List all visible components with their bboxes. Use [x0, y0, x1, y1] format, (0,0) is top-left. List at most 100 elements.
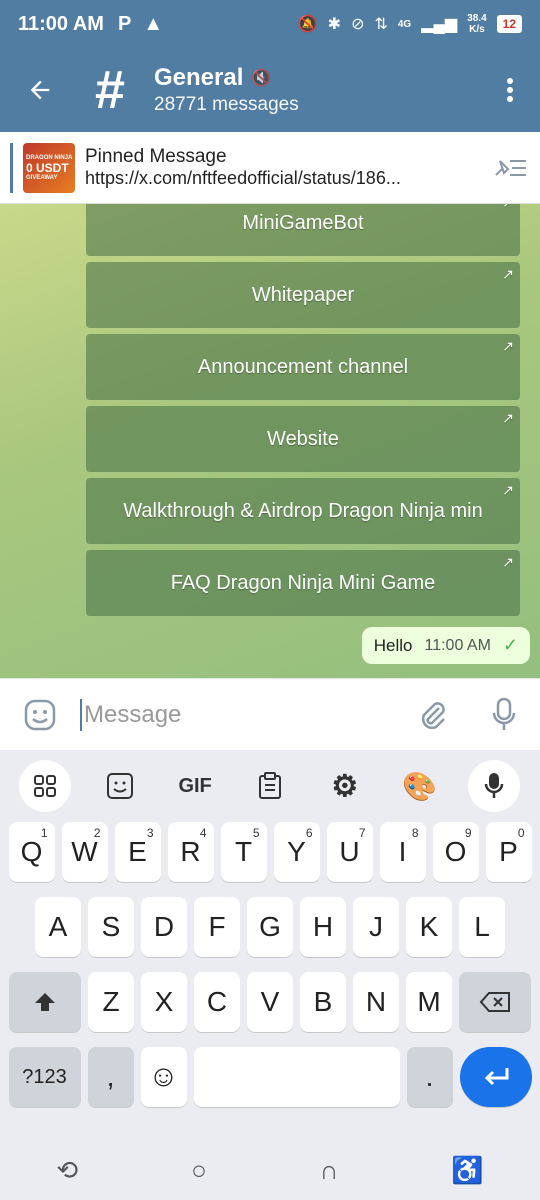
- key-b[interactable]: B: [300, 972, 346, 1032]
- home-icon[interactable]: ○: [191, 1155, 207, 1186]
- period-key[interactable]: .: [406, 1047, 453, 1107]
- palette-icon: 🎨: [402, 770, 438, 802]
- key-label: O: [444, 836, 467, 867]
- period-label: .: [425, 1061, 434, 1092]
- chat-area[interactable]: MiniGameBot ↗ Whitepaper ↗ Announcement …: [0, 204, 540, 678]
- pinned-title: Pinned Message: [85, 146, 227, 167]
- key-l[interactable]: L: [459, 897, 505, 957]
- key-hint: 4: [199, 826, 207, 840]
- channel-hash-icon[interactable]: #: [80, 60, 140, 120]
- key-hint: 9: [464, 826, 472, 840]
- key-y[interactable]: 6Y: [273, 822, 320, 882]
- status-bar: 11:00 AM P ▲ 🔕 ✱ ⊘ ⇅ 4G ▂▄▆ 38.4 K/s 12: [0, 0, 540, 48]
- network-speed: 38.4 K/s: [467, 13, 486, 35]
- key-r[interactable]: 4R: [167, 822, 214, 882]
- sticker-keyboard-button[interactable]: [94, 760, 146, 812]
- dnd-icon: ⊘: [351, 16, 365, 33]
- back-nav-icon[interactable]: ∩: [320, 1155, 339, 1186]
- backspace-icon: [479, 992, 510, 1012]
- keyboard-row-2: ASDFGHJKL: [0, 897, 540, 957]
- settings-button[interactable]: ⚙: [319, 760, 371, 812]
- key-t[interactable]: 5T: [220, 822, 267, 882]
- inline-button-website[interactable]: Website ↗: [86, 406, 520, 472]
- key-d[interactable]: D: [141, 897, 187, 957]
- key-w[interactable]: 2W: [61, 822, 108, 882]
- microphone-icon: [485, 773, 504, 798]
- more-options-button[interactable]: [480, 48, 540, 132]
- back-button[interactable]: [0, 48, 80, 132]
- symbols-key[interactable]: ?123: [8, 1047, 81, 1107]
- key-m[interactable]: M: [406, 972, 452, 1032]
- sticker-icon: [24, 699, 56, 730]
- muted-icon: 🔇: [251, 70, 272, 87]
- key-x[interactable]: X: [141, 972, 187, 1032]
- key-f[interactable]: F: [194, 897, 240, 957]
- key-h[interactable]: H: [300, 897, 346, 957]
- key-s[interactable]: S: [88, 897, 134, 957]
- pinned-indicator: [10, 142, 13, 193]
- speed-value: 38.4: [467, 13, 487, 24]
- inline-button-walkthrough[interactable]: Walkthrough & Airdrop Dragon Ninja min ↗: [86, 478, 520, 544]
- inline-button-minigamebot[interactable]: MiniGameBot ↗: [86, 204, 520, 256]
- thumb-line2: 0 USDT: [26, 160, 69, 175]
- space-key[interactable]: [193, 1047, 400, 1107]
- key-i[interactable]: 8I: [379, 822, 426, 882]
- status-time: 11:00 AM: [18, 12, 104, 35]
- thumb-line3: GIVEAWAY: [26, 174, 58, 181]
- gif-button[interactable]: GIF: [169, 760, 221, 812]
- outgoing-message[interactable]: Hello 11:00 AM ✓: [361, 627, 530, 664]
- key-q[interactable]: 1Q: [8, 822, 55, 882]
- external-link-icon: ↗: [502, 554, 514, 570]
- comma-key[interactable]: ,: [87, 1047, 134, 1107]
- key-hint: 3: [146, 826, 154, 840]
- system-nav-bar: ⟲ ○ ∩ ♿: [0, 1140, 540, 1200]
- clipboard-button[interactable]: [244, 760, 296, 812]
- pinned-message-bar[interactable]: DRAGON NINJA 0 USDT GIVEAWAY Pinned Mess…: [0, 132, 540, 204]
- enter-key[interactable]: [459, 1047, 532, 1107]
- theme-button[interactable]: 🎨: [394, 760, 446, 812]
- emoji-sticker-button[interactable]: [0, 698, 80, 732]
- key-v[interactable]: V: [247, 972, 293, 1032]
- apps-grid-button[interactable]: [19, 760, 72, 812]
- accessibility-icon[interactable]: ♿: [451, 1155, 483, 1186]
- mute-bell-icon: 🔕: [297, 16, 318, 33]
- sticker-icon: [107, 773, 134, 799]
- recent-apps-icon[interactable]: ⟲: [56, 1155, 78, 1186]
- chat-subtitle: 28771 messages: [154, 94, 299, 115]
- message-input[interactable]: Message: [80, 698, 396, 731]
- key-k[interactable]: K: [406, 897, 452, 957]
- message-placeholder: Message: [84, 700, 182, 728]
- key-p[interactable]: 0P: [485, 822, 532, 882]
- key-u[interactable]: 7U: [326, 822, 373, 882]
- keyboard-row-1: 1Q2W3E4R5T6Y7U8I9O0P: [0, 822, 540, 882]
- key-j[interactable]: J: [353, 897, 399, 957]
- enter-arrow-icon: [484, 1068, 508, 1086]
- voice-input-button[interactable]: [468, 760, 521, 812]
- key-o[interactable]: 9O: [432, 822, 479, 882]
- key-label: W: [71, 836, 98, 867]
- inline-button-whitepaper[interactable]: Whitepaper ↗: [86, 262, 520, 328]
- comma-label: ,: [106, 1061, 115, 1092]
- pinned-list-button[interactable]: [480, 155, 540, 181]
- key-hint: 5: [252, 826, 260, 840]
- attach-button[interactable]: [396, 698, 468, 732]
- keyboard-row-4: ?123 , ☺ .: [0, 1047, 540, 1107]
- key-c[interactable]: C: [194, 972, 240, 1032]
- message-text: Hello: [373, 635, 413, 655]
- key-a[interactable]: A: [35, 897, 81, 957]
- external-link-icon: ↗: [502, 482, 514, 498]
- shift-key[interactable]: [9, 972, 81, 1032]
- inline-button-announcement[interactable]: Announcement channel ↗: [86, 334, 520, 400]
- chat-title-block[interactable]: General 🔇 28771 messages: [154, 64, 480, 116]
- inline-button-faq[interactable]: FAQ Dragon Ninja Mini Game ↗: [86, 550, 520, 616]
- backspace-key[interactable]: [459, 972, 531, 1032]
- key-z[interactable]: Z: [88, 972, 134, 1032]
- voice-record-button[interactable]: [468, 697, 540, 733]
- key-g[interactable]: G: [247, 897, 293, 957]
- chat-header: # General 🔇 28771 messages: [0, 48, 540, 132]
- key-hint: 8: [411, 826, 419, 840]
- key-hint: 6: [305, 826, 313, 840]
- emoji-key[interactable]: ☺: [140, 1047, 187, 1107]
- key-e[interactable]: 3E: [114, 822, 161, 882]
- key-n[interactable]: N: [353, 972, 399, 1032]
